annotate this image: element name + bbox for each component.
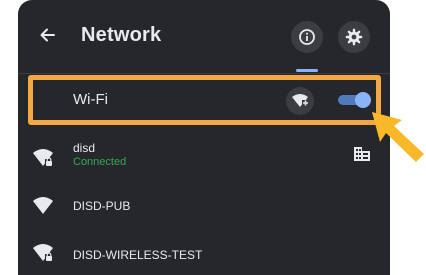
arrow-left-icon [40, 28, 55, 42]
info-icon [299, 29, 315, 45]
pointer-arrow [372, 112, 424, 162]
network-item-disd-pub[interactable]: DISD-PUB [18, 182, 390, 228]
header-divider [18, 73, 390, 74]
info-button[interactable] [291, 21, 323, 53]
wifi-highlight-box [28, 75, 381, 125]
wifi-locked-icon [33, 244, 53, 261]
tab-indicator [296, 69, 318, 72]
wifi-locked-icon [33, 149, 53, 166]
page-title: Network [81, 24, 162, 46]
wifi-icon [33, 197, 53, 214]
network-status: Connected [73, 156, 127, 168]
network-name: disd [73, 141, 96, 155]
settings-button[interactable] [338, 21, 370, 53]
network-item-disd[interactable]: disd Connected [18, 135, 390, 181]
network-item-disd-wireless-test[interactable]: DISD-WIRELESS-TEST [18, 229, 390, 275]
network-name: DISD-PUB [73, 199, 131, 213]
gear-icon [345, 28, 363, 46]
network-panel: Network Wi-Fi disd Connected DISD-PUB DI… [18, 0, 390, 275]
network-name: DISD-WIRELESS-TEST [73, 248, 203, 262]
back-button[interactable] [35, 23, 59, 47]
header: Network [18, 0, 390, 72]
